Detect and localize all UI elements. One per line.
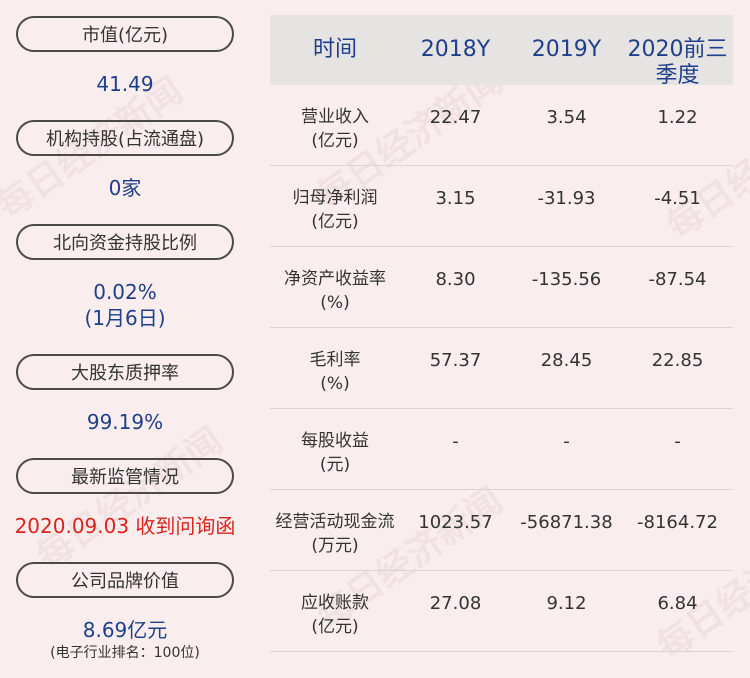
- regulatory-status-label: 最新监管情况: [16, 458, 234, 494]
- cell-2019: -31.93: [537, 188, 596, 209]
- cell-2020q3: -8164.72: [637, 512, 718, 533]
- stock-summary-panel: 市值(亿元) 41.49 机构持股(占流通盘) 0家 北向资金持股比例 0.02…: [0, 0, 250, 678]
- header-2020q3: 2020前三季度: [627, 37, 728, 88]
- row-name: 归母净利润: [292, 188, 378, 208]
- row-label: 每股收益 (元): [270, 409, 400, 489]
- row-name: 毛利率: [309, 350, 361, 370]
- cell-2020q3: 22.85: [651, 350, 704, 371]
- cell-2018: 3.15: [435, 188, 476, 209]
- cell-2018: 1023.57: [418, 512, 493, 533]
- table-row: 归母净利润 (亿元) 3.15 -31.93 -4.51: [270, 166, 733, 247]
- row-name: 应收账款: [301, 593, 369, 613]
- row-name: 经营活动现金流: [275, 512, 395, 532]
- cell-2018: 57.37: [429, 350, 482, 371]
- row-unit: (亿元): [311, 212, 359, 232]
- header-period: 时间: [312, 37, 357, 62]
- row-unit: (元): [319, 455, 351, 475]
- northbound-ratio-value: 0.02%: [93, 280, 157, 304]
- table-row: 经营活动现金流 (万元) 1023.57 -56871.38 -8164.72: [270, 490, 733, 571]
- row-label: 净资产收益率 (%): [270, 247, 400, 327]
- cell-2018: -: [452, 431, 459, 452]
- cell-2018: 22.47: [429, 107, 482, 128]
- brand-value-label: 公司品牌价值: [16, 562, 234, 598]
- cell-2018: 27.08: [429, 593, 482, 614]
- cell-2020q3: 6.84: [657, 593, 698, 614]
- row-unit: (%): [320, 374, 350, 394]
- row-label: 应收账款 (亿元): [270, 571, 400, 651]
- pledge-ratio-label: 大股东质押率: [16, 354, 234, 390]
- market-cap-label: 市值(亿元): [16, 16, 234, 52]
- row-label: 营业收入 (亿元): [270, 85, 400, 165]
- cell-2019: 3.54: [546, 107, 587, 128]
- cell-2020q3: -4.51: [654, 188, 701, 209]
- cell-2020q3: -87.54: [648, 269, 707, 290]
- northbound-ratio-label: 北向资金持股比例: [16, 224, 234, 260]
- table-row: 净资产收益率 (%) 8.30 -135.56 -87.54: [270, 247, 733, 328]
- financial-table: 时间 2018Y 2019Y 2020前三季度 营业收入 (亿元) 22.47 …: [270, 15, 733, 652]
- cell-2020q3: -: [674, 431, 681, 452]
- brand-value-rank-note: (电子行业排名：100位): [50, 645, 200, 661]
- header-2018: 2018Y: [420, 37, 491, 62]
- cell-2019: 9.12: [546, 593, 587, 614]
- market-cap-value: 41.49: [96, 72, 154, 96]
- cell-2019: 28.45: [540, 350, 593, 371]
- row-unit: (%): [320, 293, 350, 313]
- row-label: 经营活动现金流 (万元): [270, 490, 400, 570]
- row-label: 归母净利润 (亿元): [270, 166, 400, 246]
- table-row: 每股收益 (元) - - -: [270, 409, 733, 490]
- institution-holdings-label: 机构持股(占流通盘): [16, 120, 234, 156]
- institution-holdings-value: 0家: [108, 176, 142, 200]
- row-name: 每股收益: [301, 431, 369, 451]
- pledge-ratio-value: 99.19%: [86, 410, 164, 434]
- row-name: 营业收入: [301, 107, 369, 127]
- table-row: 营业收入 (亿元) 22.47 3.54 1.22: [270, 85, 733, 166]
- table-row: 毛利率 (%) 57.37 28.45 22.85: [270, 328, 733, 409]
- row-unit: (亿元): [311, 131, 359, 151]
- cell-2019: -: [563, 431, 570, 452]
- cell-2018: 8.30: [435, 269, 476, 290]
- header-2019: 2019Y: [531, 37, 602, 62]
- table-row: 应收账款 (亿元) 27.08 9.12 6.84: [270, 571, 733, 652]
- row-unit: (万元): [311, 536, 359, 556]
- cell-2019: -56871.38: [520, 512, 613, 533]
- row-name: 净资产收益率: [284, 269, 386, 289]
- regulatory-status-value: 2020.09.03 收到问询函: [14, 514, 236, 538]
- cell-2019: -135.56: [531, 269, 602, 290]
- row-unit: (亿元): [311, 617, 359, 637]
- cell-2020q3: 1.22: [657, 107, 698, 128]
- brand-value-value: 8.69亿元: [82, 618, 168, 642]
- northbound-ratio-date: (1月6日): [84, 306, 166, 330]
- row-label: 毛利率 (%): [270, 328, 400, 408]
- table-header: 时间 2018Y 2019Y 2020前三季度: [270, 15, 733, 88]
